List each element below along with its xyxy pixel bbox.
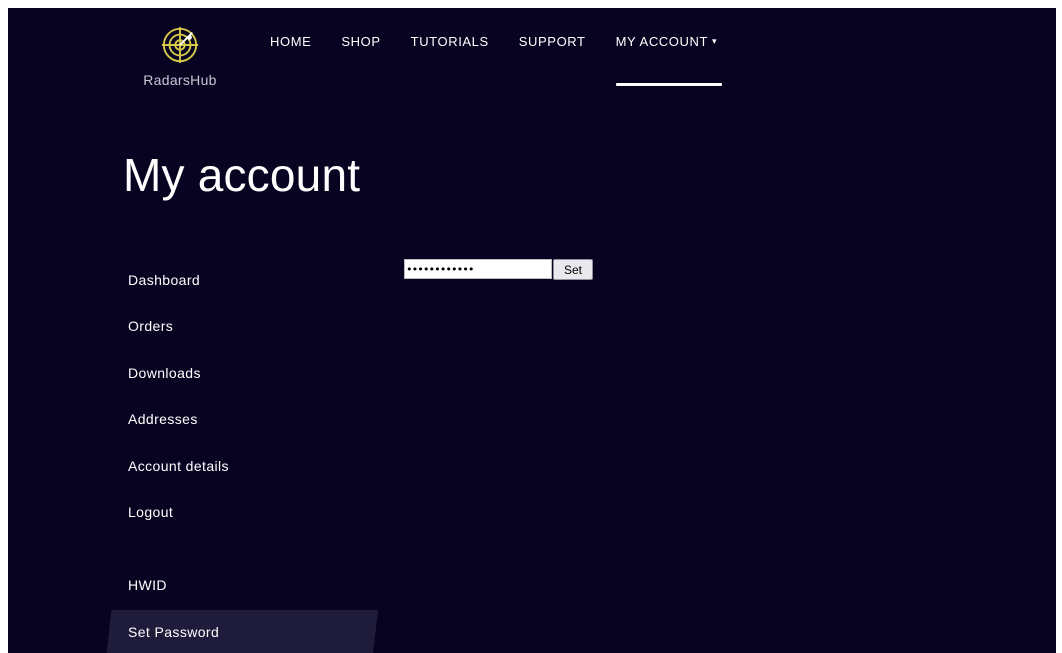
nav-support[interactable]: SUPPORT (519, 34, 586, 49)
sidebar-item-dashboard[interactable]: Dashboard (128, 272, 200, 288)
sidebar-item-set-password[interactable]: Set Password (128, 624, 219, 640)
main-nav: HOME SHOP TUTORIALS SUPPORT MY ACCOUNT ▾ (270, 34, 747, 49)
page-frame: RadarsHub HOME SHOP TUTORIALS SUPPORT MY… (8, 8, 1056, 653)
sidebar-item-addresses[interactable]: Addresses (128, 411, 198, 427)
sidebar-item-orders[interactable]: Orders (128, 318, 173, 334)
nav-my-account[interactable]: MY ACCOUNT ▾ (616, 34, 718, 49)
nav-my-account-label: MY ACCOUNT (615, 34, 709, 49)
nav-tutorials[interactable]: TUTORIALS (411, 34, 489, 49)
sidebar-item-account-details[interactable]: Account details (128, 458, 229, 474)
brand-name: RadarsHub (143, 72, 217, 88)
chevron-down-icon: ▾ (712, 36, 718, 46)
page-title: My account (123, 149, 361, 201)
sidebar-item-hwid[interactable]: HWID (128, 577, 167, 593)
nav-home[interactable]: HOME (270, 34, 311, 49)
set-password-button[interactable]: Set (553, 259, 593, 280)
nav-active-underline (616, 83, 722, 86)
sidebar-item-logout[interactable]: Logout (128, 504, 173, 520)
password-field[interactable] (404, 259, 552, 279)
nav-shop[interactable]: SHOP (341, 34, 380, 49)
brand-logo[interactable]: RadarsHub (128, 26, 232, 88)
sidebar-item-downloads[interactable]: Downloads (128, 365, 201, 381)
radar-crosshair-icon (161, 26, 199, 64)
